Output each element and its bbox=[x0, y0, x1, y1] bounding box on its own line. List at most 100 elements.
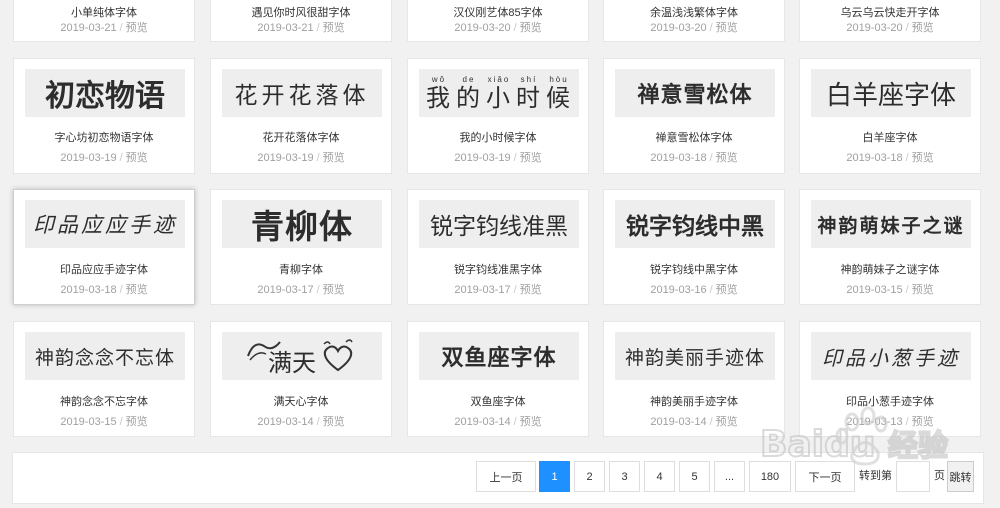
font-preview-image[interactable]: 禅意雪松体 bbox=[615, 69, 775, 117]
font-preview-image[interactable]: wǒ 我 de 的 xiǎo 小 shí 时 hòu 候 bbox=[419, 69, 579, 117]
preview-char: 我 bbox=[426, 83, 452, 112]
card-title[interactable]: 锐字钧线准黑字体 bbox=[408, 261, 588, 277]
page-button-5[interactable]: 5 bbox=[679, 461, 710, 492]
card-title[interactable]: 花开花落体字体 bbox=[211, 129, 391, 145]
font-card[interactable]: 印品应应手迹 印品应应手迹字体 2019-03-18/预览 bbox=[13, 189, 195, 305]
font-preview-image[interactable]: 青柳体 bbox=[222, 200, 382, 248]
watermark-text: Baidu bbox=[760, 424, 875, 465]
card-title[interactable]: 青柳字体 bbox=[211, 261, 391, 277]
card-title[interactable]: 白羊座字体 bbox=[800, 129, 980, 145]
preview-link[interactable]: 预览 bbox=[126, 152, 148, 164]
font-preview-image[interactable]: 满天 bbox=[222, 332, 382, 380]
card-title[interactable]: 神韵念念不忘字体 bbox=[14, 393, 194, 409]
card-title[interactable]: 余温浅浅繁体字体 bbox=[604, 4, 784, 20]
preview-link[interactable]: 预览 bbox=[323, 152, 345, 164]
page-button-2[interactable]: 2 bbox=[574, 461, 605, 492]
watermark-suffix: 经验 bbox=[888, 429, 948, 464]
preview-link[interactable]: 预览 bbox=[716, 284, 738, 296]
pinyin-label: shí bbox=[520, 74, 538, 84]
pinyin-label: xiǎo bbox=[487, 74, 511, 84]
preview-link[interactable]: 预览 bbox=[716, 416, 738, 428]
preview-link[interactable]: 预览 bbox=[716, 22, 738, 34]
card-date: 2019-03-15 bbox=[846, 284, 903, 296]
preview-link[interactable]: 预览 bbox=[716, 152, 738, 164]
card-date: 2019-03-14 bbox=[650, 416, 707, 428]
preview-link[interactable]: 预览 bbox=[126, 416, 148, 428]
font-card[interactable]: 遇见你时风很甜字体 2019-03-21/预览 bbox=[210, 0, 392, 42]
card-title[interactable]: 我的小时候字体 bbox=[408, 129, 588, 145]
font-card[interactable]: 神韵美丽手迹体 神韵美丽手迹字体 2019-03-14/预览 bbox=[603, 321, 785, 437]
font-preview-image[interactable]: 花开花落体 bbox=[222, 69, 382, 117]
font-card[interactable]: 双鱼座字体 双鱼座字体 2019-03-14/预览 bbox=[407, 321, 589, 437]
font-card[interactable]: 锐字钧线准黑 锐字钧线准黑字体 2019-03-17/预览 bbox=[407, 189, 589, 305]
preview-link[interactable]: 预览 bbox=[912, 22, 934, 34]
font-preview-image[interactable]: 神韵美丽手迹体 bbox=[615, 332, 775, 380]
card-title[interactable]: 锐字钧线中黑字体 bbox=[604, 261, 784, 277]
card-title[interactable]: 双鱼座字体 bbox=[408, 393, 588, 409]
card-date: 2019-03-14 bbox=[257, 416, 314, 428]
card-title[interactable]: 汉仪刚艺体85字体 bbox=[408, 4, 588, 20]
card-date: 2019-03-17 bbox=[454, 284, 511, 296]
card-title[interactable]: 小单纯体字体 bbox=[14, 4, 194, 20]
card-date: 2019-03-20 bbox=[650, 22, 707, 34]
card-title[interactable]: 禅意雪松体字体 bbox=[604, 129, 784, 145]
font-card[interactable]: 汉仪刚艺体85字体 2019-03-20/预览 bbox=[407, 0, 589, 42]
font-card[interactable]: 白羊座字体 白羊座字体 2019-03-18/预览 bbox=[799, 58, 981, 174]
font-preview-image[interactable]: 神韵萌妹子之谜 bbox=[811, 200, 971, 248]
font-preview-image[interactable]: 初恋物语 bbox=[25, 69, 185, 117]
heart-icon bbox=[323, 339, 353, 372]
font-card[interactable]: 满天 满天心字体 2019-03-14/预览 bbox=[210, 321, 392, 437]
preview-link[interactable]: 预览 bbox=[126, 22, 148, 34]
page-button-1[interactable]: 1 bbox=[539, 461, 570, 492]
preview-link[interactable]: 预览 bbox=[323, 416, 345, 428]
font-preview-image[interactable]: 双鱼座字体 bbox=[419, 332, 579, 380]
card-date: 2019-03-18 bbox=[650, 152, 707, 164]
preview-link[interactable]: 预览 bbox=[126, 284, 148, 296]
card-title[interactable]: 神韵萌妹子之谜字体 bbox=[800, 261, 980, 277]
card-title[interactable]: 印品应应手迹字体 bbox=[14, 261, 194, 277]
card-title[interactable]: 满天心字体 bbox=[211, 393, 391, 409]
card-title[interactable]: 字心坊初恋物语字体 bbox=[14, 129, 194, 145]
preview-char: 小 bbox=[486, 83, 512, 112]
font-card[interactable]: 小单纯体字体 2019-03-21/预览 bbox=[13, 0, 195, 42]
prev-page-button[interactable]: 上一页 bbox=[476, 461, 536, 492]
pinyin-label: wǒ bbox=[431, 74, 447, 84]
card-date: 2019-03-14 bbox=[454, 416, 511, 428]
font-card[interactable]: 神韵念念不忘体 神韵念念不忘字体 2019-03-15/预览 bbox=[13, 321, 195, 437]
page-button-4[interactable]: 4 bbox=[644, 461, 675, 492]
preview-link[interactable]: 预览 bbox=[520, 22, 542, 34]
card-title[interactable]: 乌云乌云快走开字体 bbox=[800, 4, 980, 20]
font-card[interactable]: 乌云乌云快走开字体 2019-03-20/预览 bbox=[799, 0, 981, 42]
card-title[interactable]: 神韵美丽手迹字体 bbox=[604, 393, 784, 409]
page-button-3[interactable]: 3 bbox=[609, 461, 640, 492]
preview-link[interactable]: 预览 bbox=[520, 416, 542, 428]
font-card[interactable]: 初恋物语 字心坊初恋物语字体 2019-03-19/预览 bbox=[13, 58, 195, 174]
font-preview-image[interactable]: 印品小葱手迹 bbox=[811, 332, 971, 380]
preview-link[interactable]: 预览 bbox=[912, 284, 934, 296]
font-card[interactable]: 花开花落体 花开花落体字体 2019-03-19/预览 bbox=[210, 58, 392, 174]
font-card[interactable]: wǒ 我 de 的 xiǎo 小 shí 时 hòu 候 我的小时候字体 2019-03-… bbox=[407, 58, 589, 174]
baidu-watermark: Baidu 经验 bbox=[760, 406, 949, 466]
font-card[interactable]: 禅意雪松体 禅意雪松体字体 2019-03-18/预览 bbox=[603, 58, 785, 174]
font-preview-image[interactable]: 印品应应手迹 bbox=[25, 200, 185, 248]
pinyin-label: hòu bbox=[549, 74, 569, 84]
font-card[interactable]: 青柳体 青柳字体 2019-03-17/预览 bbox=[210, 189, 392, 305]
font-card[interactable]: 神韵萌妹子之谜 神韵萌妹子之谜字体 2019-03-15/预览 bbox=[799, 189, 981, 305]
font-card[interactable]: 余温浅浅繁体字体 2019-03-20/预览 bbox=[603, 0, 785, 42]
font-preview-image[interactable]: 神韵念念不忘体 bbox=[25, 332, 185, 380]
font-preview-image[interactable]: 锐字钧线准黑 bbox=[419, 200, 579, 248]
card-date: 2019-03-15 bbox=[60, 416, 117, 428]
card-date: 2019-03-20 bbox=[454, 22, 511, 34]
preview-link[interactable]: 预览 bbox=[520, 284, 542, 296]
font-card[interactable]: 锐字钧线中黑 锐字钧线中黑字体 2019-03-16/预览 bbox=[603, 189, 785, 305]
font-preview-image[interactable]: 白羊座字体 bbox=[811, 69, 971, 117]
pinyin-preview: wǒ 我 de 的 xiǎo 小 shí 时 hòu 候 bbox=[426, 75, 572, 112]
card-date: 2019-03-19 bbox=[454, 152, 511, 164]
preview-link[interactable]: 预览 bbox=[912, 152, 934, 164]
preview-link[interactable]: 预览 bbox=[323, 284, 345, 296]
preview-link[interactable]: 预览 bbox=[323, 22, 345, 34]
card-title[interactable]: 遇见你时风很甜字体 bbox=[211, 4, 391, 20]
font-preview-image[interactable]: 锐字钧线中黑 bbox=[615, 200, 775, 248]
card-date: 2019-03-19 bbox=[257, 152, 314, 164]
preview-link[interactable]: 预览 bbox=[520, 152, 542, 164]
